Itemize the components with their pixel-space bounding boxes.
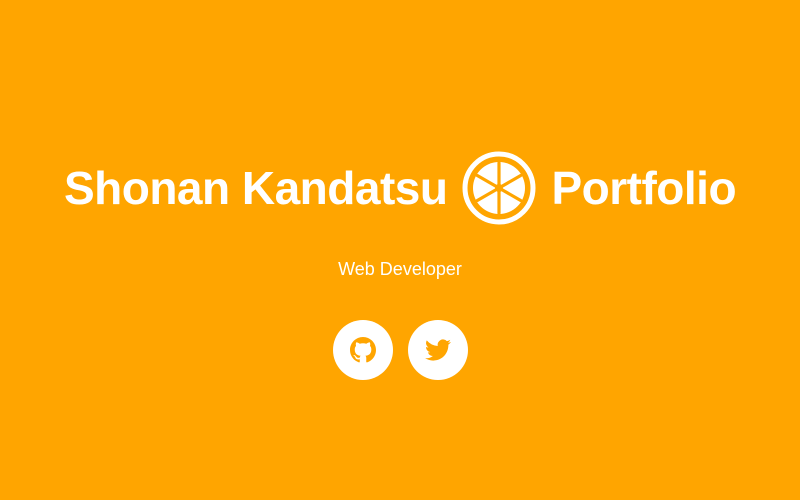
title-portfolio: Portfolio: [551, 162, 737, 214]
social-links: [0, 320, 800, 380]
page-title: Shonan Kandatsu Portfolio: [0, 150, 800, 226]
hero-section: Shonan Kandatsu Portfolio Web Developer: [0, 0, 800, 500]
subtitle: Web Developer: [338, 259, 462, 279]
twitter-link-button[interactable]: [407, 320, 468, 380]
title-name: Shonan Kandatsu: [63, 162, 448, 214]
orange-slice-icon: [462, 151, 536, 225]
github-link-button[interactable]: [332, 320, 393, 380]
twitter-icon: [424, 339, 451, 361]
github-icon: [349, 337, 376, 363]
